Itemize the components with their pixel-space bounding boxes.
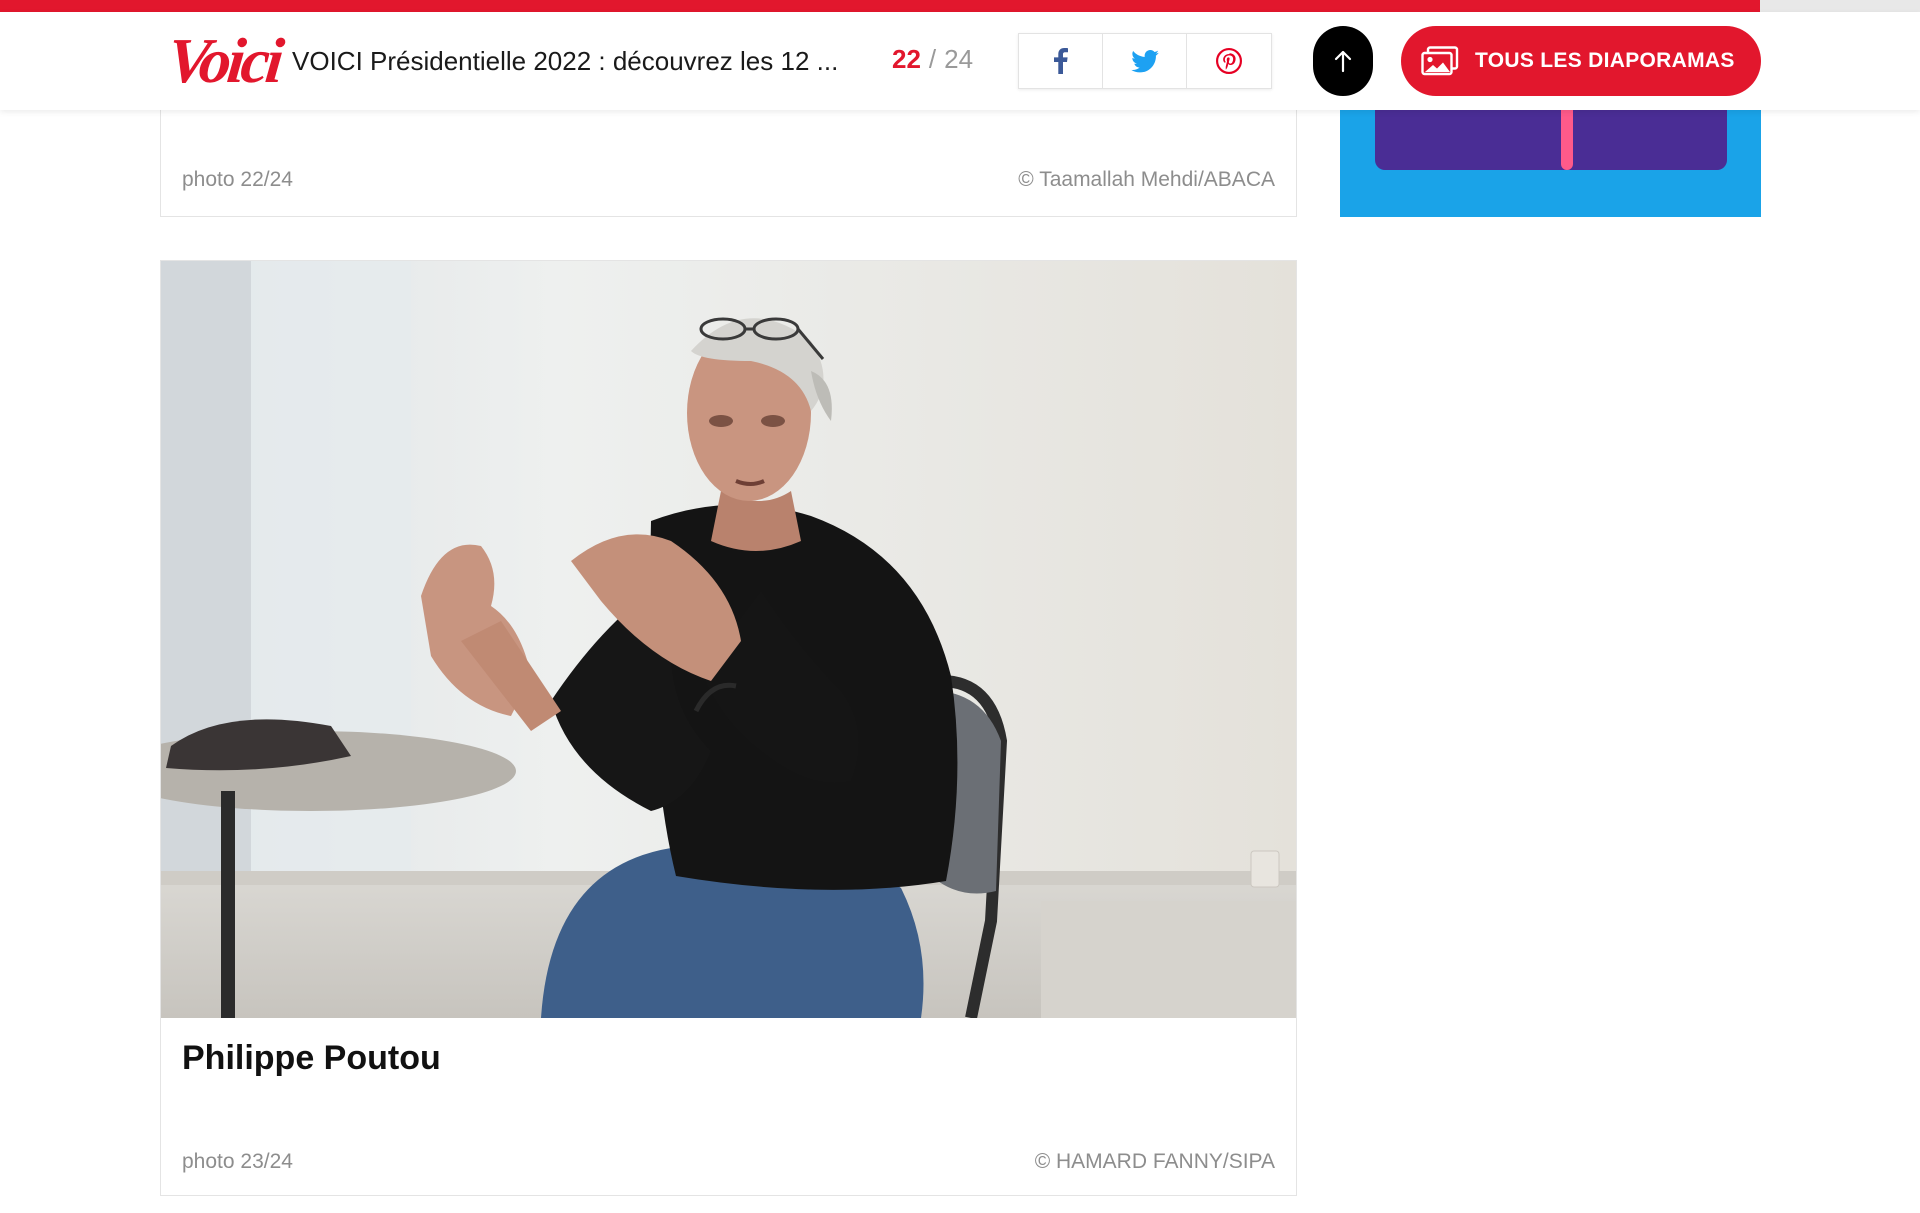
photo-credit: © HAMARD FANNY/SIPA [1034, 1150, 1275, 1173]
ad-illustration-detail [1561, 110, 1573, 170]
progress-track [0, 0, 1920, 12]
slideshow-title: VOICI Présidentielle 2022 : découvrez le… [292, 46, 839, 76]
twitter-icon [1130, 49, 1159, 72]
facebook-icon [1053, 48, 1068, 74]
logo-text[interactable]: Voici [164, 24, 283, 98]
total-slides-number: 24 [944, 44, 974, 74]
current-slide-number: 22 [892, 44, 921, 74]
current-slide-meta: photo 23/24 © HAMARD FANNY/SIPA [182, 1150, 1275, 1174]
photo-credit: © Taamallah Mehdi/ABACA [1018, 168, 1275, 191]
slide-photo[interactable] [161, 261, 1296, 1018]
slide-caption-title: Philippe Poutou [182, 1039, 441, 1077]
pinterest-icon [1216, 48, 1242, 74]
voici-logo[interactable]: Voici [164, 25, 283, 96]
all-slideshows-label[interactable]: TOUS LES DIAPORAMAS [1475, 49, 1735, 73]
portrait-photo [161, 261, 1296, 1018]
current-slide-card: Philippe Poutou photo 23/24 © HAMARD FAN… [160, 260, 1297, 1196]
previous-slide-meta: photo 22/24 © Taamallah Mehdi/ABACA [182, 168, 1275, 192]
reading-progress-bar [0, 0, 1761, 12]
sticky-header: Voici VOICI Présidentielle 2022 : découv… [0, 12, 1920, 110]
all-slideshows-button[interactable]: TOUS LES DIAPORAMAS [1401, 26, 1761, 96]
counter-separator: / [928, 44, 937, 74]
twitter-share-button[interactable] [1103, 34, 1187, 88]
gallery-icon [1421, 46, 1459, 76]
share-buttons [1018, 33, 1272, 89]
previous-slide-card: photo 22/24 © Taamallah Mehdi/ABACA [160, 110, 1297, 217]
slide-counter: 22/24 [892, 44, 973, 75]
photo-number: photo 22/24 [182, 168, 293, 191]
back-to-top-button[interactable] [1313, 26, 1373, 96]
facebook-share-button[interactable] [1019, 34, 1103, 88]
arrow-up-icon [1334, 50, 1352, 73]
pinterest-share-button[interactable] [1187, 34, 1271, 88]
sidebar-advertisement[interactable] [1340, 110, 1761, 217]
ad-illustration [1375, 110, 1727, 170]
photo-number: photo 23/24 [182, 1150, 293, 1173]
